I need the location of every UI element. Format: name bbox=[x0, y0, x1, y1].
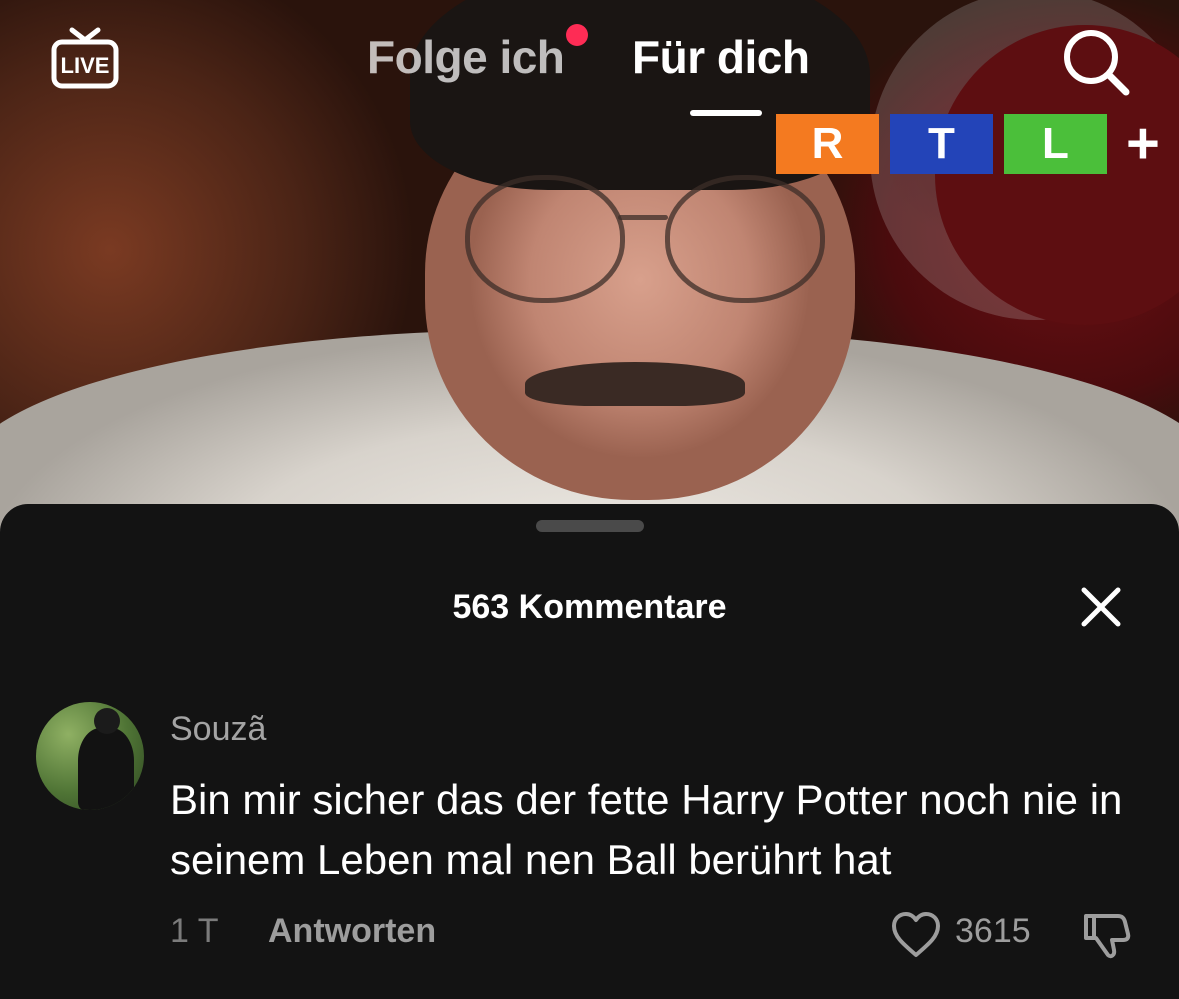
video-frame[interactable] bbox=[0, 0, 1179, 560]
reply-button[interactable]: Antworten bbox=[268, 912, 436, 951]
avatar-person-head bbox=[94, 708, 120, 734]
tab-following[interactable]: Folge ich bbox=[367, 30, 565, 84]
avatar-person bbox=[78, 728, 134, 810]
logo-letter: T bbox=[890, 114, 993, 174]
comment-username[interactable]: Souzã bbox=[170, 710, 266, 749]
sheet-drag-handle[interactable] bbox=[536, 520, 644, 532]
close-icon[interactable] bbox=[1078, 584, 1124, 630]
like-count: 3615 bbox=[955, 912, 1031, 950]
comment-text: Bin mir sicher das der fette Harry Potte… bbox=[170, 776, 1123, 883]
comment-time: 1 T bbox=[170, 912, 219, 950]
logo-letter: L bbox=[1004, 114, 1107, 174]
logo-letter: R bbox=[776, 114, 879, 174]
comments-count-title: 563 Kommentare bbox=[452, 588, 727, 626]
heart-icon[interactable] bbox=[890, 911, 942, 959]
glasses-bridge bbox=[618, 215, 668, 220]
live-label: LIVE bbox=[61, 53, 110, 78]
logo-plus: + bbox=[1126, 111, 1160, 176]
comments-sheet: 563 Kommentare Souzã Bin mir sicher das … bbox=[0, 504, 1179, 999]
person-mustache bbox=[525, 362, 745, 406]
active-tab-indicator bbox=[690, 110, 762, 116]
thumbs-down-icon[interactable] bbox=[1080, 908, 1134, 962]
live-tv-icon[interactable]: LIVE bbox=[50, 22, 120, 92]
search-icon[interactable] bbox=[1060, 25, 1132, 97]
notification-dot bbox=[566, 24, 588, 46]
glasses-left-lens bbox=[465, 175, 625, 303]
rtl-plus-logo: R T L + bbox=[776, 114, 1176, 174]
tab-for-you[interactable]: Für dich bbox=[632, 30, 810, 84]
glasses-right-lens bbox=[665, 175, 825, 303]
avatar[interactable] bbox=[36, 702, 144, 810]
